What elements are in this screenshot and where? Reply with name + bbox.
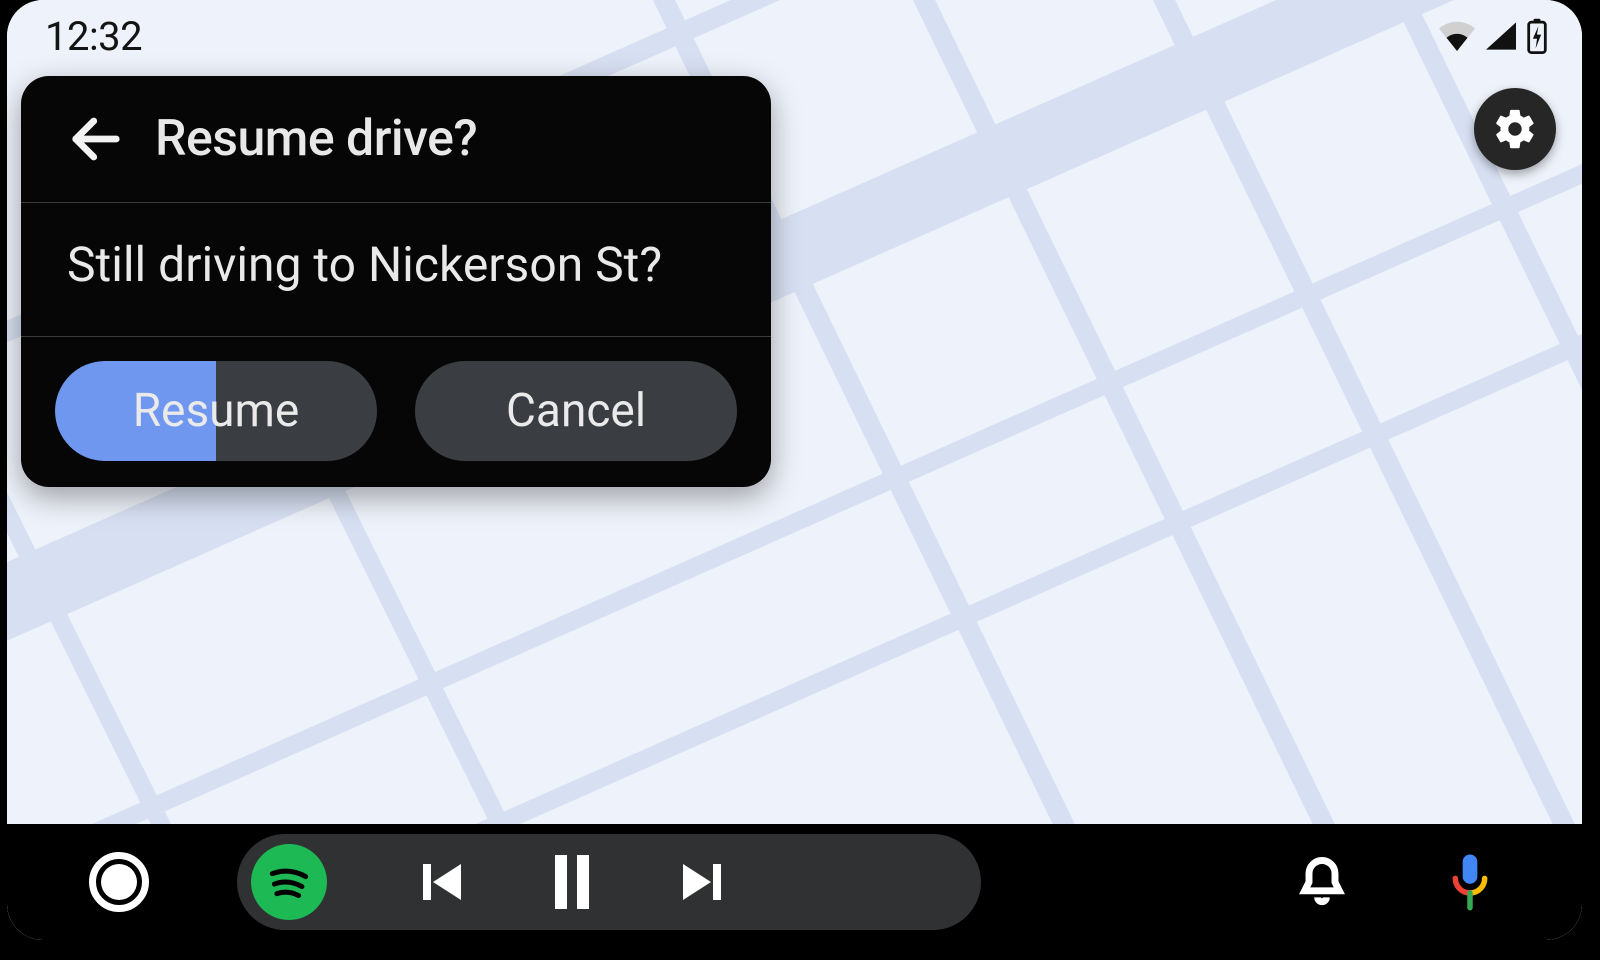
spotify-app-button[interactable] xyxy=(251,844,327,920)
skip-next-icon xyxy=(679,858,727,906)
battery-charging-icon xyxy=(1526,18,1548,54)
media-player-pill xyxy=(237,834,981,930)
back-button[interactable] xyxy=(69,112,123,166)
status-clock: 12:32 xyxy=(45,13,142,60)
dialog-header: Resume drive? xyxy=(21,76,771,203)
resume-button-label: Resume xyxy=(133,384,300,438)
pause-icon xyxy=(555,855,567,909)
bottom-bar-right xyxy=(1296,852,1582,912)
cellular-icon xyxy=(1484,21,1518,51)
app-launcher-button[interactable] xyxy=(89,852,149,912)
pause-icon xyxy=(577,855,589,909)
dialog-actions: Resume Cancel xyxy=(21,337,771,487)
dialog-message: Still driving to Nickerson St? xyxy=(21,203,771,337)
gear-icon xyxy=(1492,106,1538,152)
arrow-left-icon xyxy=(69,112,123,166)
resume-drive-dialog: Resume drive? Still driving to Nickerson… xyxy=(21,76,771,487)
bottom-bar xyxy=(7,824,1582,940)
spotify-icon xyxy=(264,857,314,907)
wifi-icon xyxy=(1438,21,1476,51)
notifications-button[interactable] xyxy=(1296,854,1348,910)
microphone-icon xyxy=(1448,852,1492,912)
cancel-button[interactable]: Cancel xyxy=(415,361,737,461)
resume-button[interactable]: Resume xyxy=(55,361,377,461)
bottom-bar-left xyxy=(7,852,231,912)
status-icons xyxy=(1438,18,1548,54)
previous-track-button[interactable] xyxy=(417,858,465,906)
skip-previous-icon xyxy=(417,858,465,906)
circle-icon xyxy=(101,864,137,900)
status-bar: 12:32 xyxy=(45,10,1548,62)
voice-assistant-button[interactable] xyxy=(1448,852,1492,912)
pause-button[interactable] xyxy=(555,855,589,909)
dialog-title: Resume drive? xyxy=(155,110,477,168)
settings-button[interactable] xyxy=(1474,88,1556,170)
next-track-button[interactable] xyxy=(679,858,727,906)
screen: 12:32 xyxy=(7,0,1582,940)
bell-icon xyxy=(1296,854,1348,906)
cancel-button-label: Cancel xyxy=(506,384,646,438)
